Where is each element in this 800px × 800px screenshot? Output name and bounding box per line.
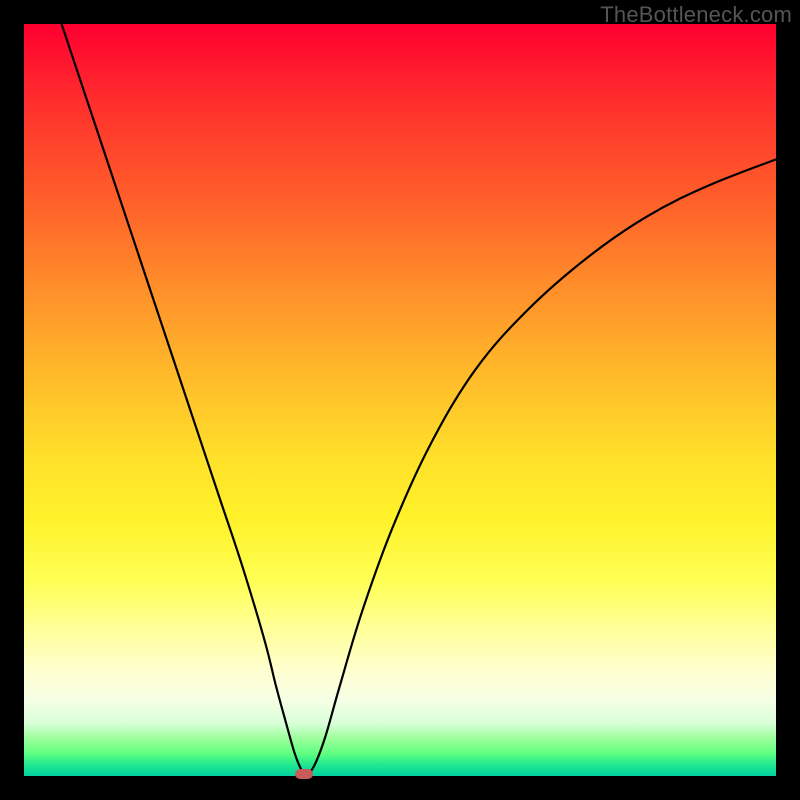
plot-area xyxy=(24,24,776,776)
watermark-label: TheBottleneck.com xyxy=(600,2,792,28)
bottleneck-curve xyxy=(24,24,776,776)
optimum-marker xyxy=(295,769,313,779)
chart-container: TheBottleneck.com xyxy=(0,0,800,800)
